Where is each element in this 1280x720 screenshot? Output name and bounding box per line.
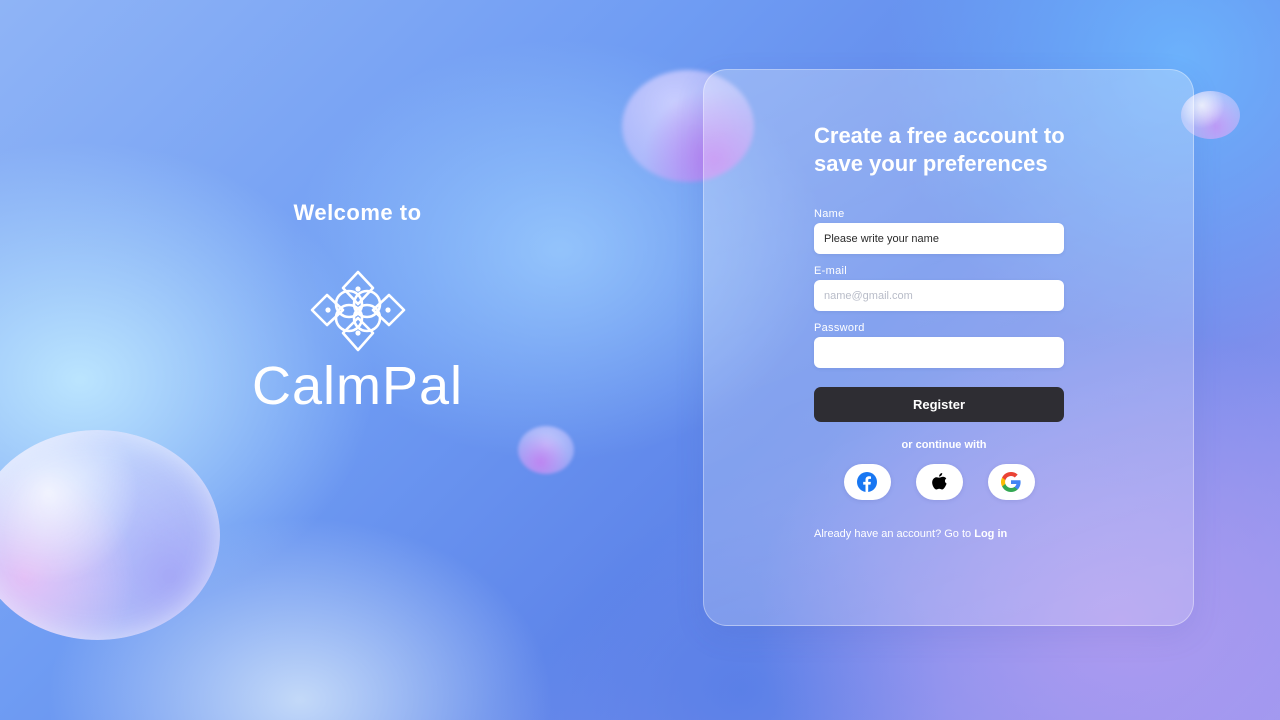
email-label: E-mail (814, 265, 847, 277)
google-login-button[interactable] (987, 464, 1035, 500)
register-card: Create a free account to save your prefe… (703, 69, 1194, 626)
login-prompt-text: Already have an account? Go to (814, 528, 972, 540)
facebook-login-button[interactable] (843, 464, 891, 500)
brand-section: Welcome to CalmPal (210, 200, 505, 416)
form-title: Create a free account to save your prefe… (814, 123, 1065, 176)
register-form: Create a free account to save your prefe… (814, 122, 1065, 540)
decorative-bubble-small (518, 426, 574, 474)
apple-login-button[interactable] (915, 464, 963, 500)
app-name: CalmPal (251, 356, 464, 416)
name-field-group: Name (814, 208, 1064, 254)
facebook-icon (857, 472, 877, 492)
google-icon (1001, 472, 1021, 492)
login-prompt: Already have an account? Go to Log in (814, 528, 1064, 540)
decorative-bubble-large (0, 430, 220, 640)
name-input[interactable] (814, 223, 1064, 254)
lotus-flower-icon (310, 270, 405, 352)
social-login-row (814, 464, 1064, 500)
welcome-text: Welcome to (293, 200, 422, 225)
login-link[interactable]: Log in (974, 528, 1007, 540)
password-field-group: Password (814, 322, 1064, 368)
password-input[interactable] (814, 337, 1064, 368)
apple-icon (932, 473, 947, 490)
email-input[interactable] (814, 280, 1064, 311)
name-label: Name (814, 208, 845, 220)
register-button[interactable]: Register (814, 387, 1064, 422)
password-label: Password (814, 322, 865, 334)
continue-with-text: or continue with (901, 439, 987, 451)
email-field-group: E-mail (814, 265, 1064, 311)
